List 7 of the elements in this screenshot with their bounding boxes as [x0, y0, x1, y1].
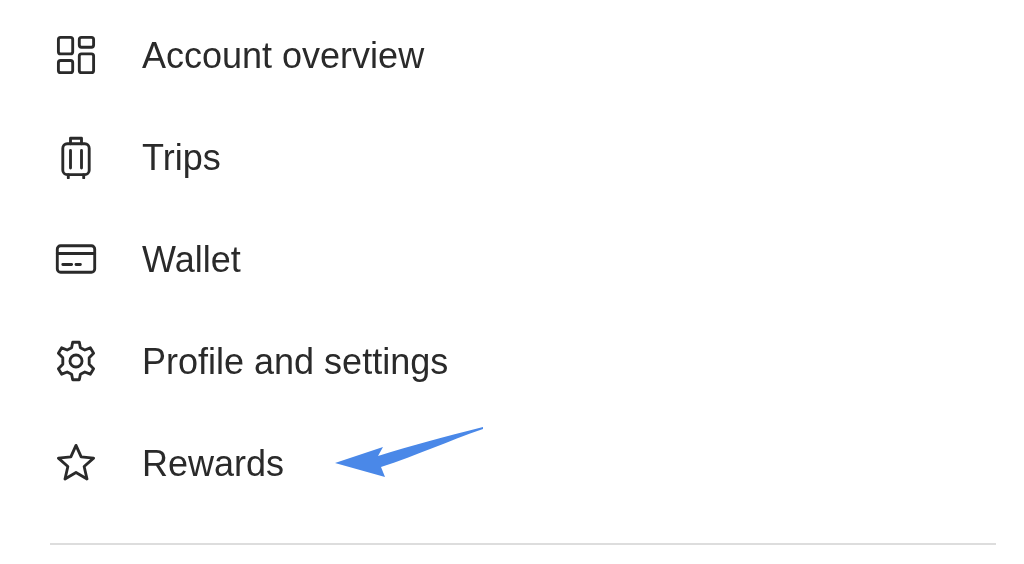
settings-icon [54, 339, 98, 383]
menu-item-link[interactable]: Profile and settings [142, 338, 449, 384]
menu-item-link[interactable]: Trips [142, 134, 221, 180]
grid-icon [54, 33, 98, 77]
menu-item-link[interactable]: Account overview [142, 32, 425, 78]
menu-item-link[interactable]: Wallet [142, 236, 241, 282]
menu-item-link[interactable]: Rewards [142, 440, 285, 486]
